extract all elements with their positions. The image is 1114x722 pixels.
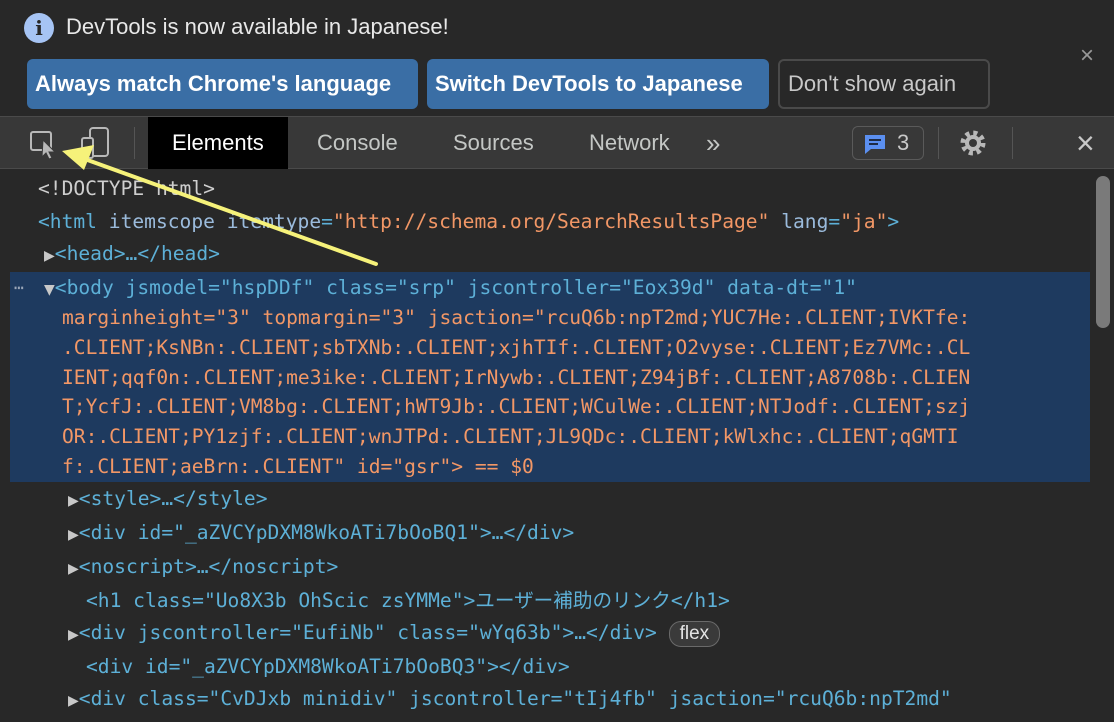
expand-triangle-icon[interactable]: ▶	[68, 627, 79, 643]
body-line: OR:.CLIENT;PY1zjf:.CLIENT;wnJTPd:.CLIENT…	[62, 425, 959, 448]
head-node[interactable]: ▶<head>…</head>	[44, 239, 220, 269]
attr-name: lang	[781, 210, 829, 233]
toolbar-divider	[938, 127, 939, 159]
body-line: f:.CLIENT;aeBrn:.CLIENT" id="gsr"> == $0	[62, 455, 534, 478]
div-node[interactable]: ▶<div jscontroller="EufiNb" class="wYq63…	[68, 618, 721, 648]
expand-triangle-icon[interactable]: ▶	[68, 561, 79, 577]
always-match-language-button[interactable]: Always match Chrome's language	[27, 59, 418, 109]
body-line: IENT;qqf0n:.CLIENT;me3ike:.CLIENT;IrNywb…	[62, 366, 971, 389]
body-line: <body jsmodel="hspDDf" class="srp" jscon…	[54, 276, 857, 299]
node-menu-ellipsis-icon[interactable]: ⋯	[14, 273, 24, 303]
div-tag: <div class="CvDJxb minidiv" jscontroller…	[78, 687, 952, 710]
noscript-node[interactable]: ▶<noscript>…</noscript>	[68, 552, 338, 582]
devtools-toolbar: Elements Console Sources Network » 3 ×	[0, 116, 1114, 169]
inspect-element-icon[interactable]	[26, 125, 62, 161]
div-tag: <div jscontroller="EufiNb" class="wYq63b…	[78, 621, 657, 644]
html-node[interactable]: <html itemscope itemtype="http://schema.…	[38, 207, 899, 237]
attr-name: itemtype	[226, 210, 322, 233]
switch-to-japanese-button[interactable]: Switch DevTools to Japanese	[427, 59, 769, 109]
device-toolbar-icon[interactable]	[78, 125, 114, 161]
attr-value: ja	[851, 210, 876, 233]
toolbar-divider	[134, 127, 135, 159]
style-node[interactable]: ▶<style>…</style>	[68, 484, 268, 514]
tab-network[interactable]: Network	[565, 117, 694, 169]
div-tag: <div id="_aZVCYpDXM8WkoATi7bOoBQ1">…</di…	[78, 521, 575, 544]
expand-triangle-icon[interactable]: ▶	[68, 493, 79, 509]
body-line: marginheight="3" topmargin="3" jsaction=…	[62, 306, 971, 329]
message-icon	[865, 135, 885, 154]
expand-triangle-icon[interactable]: ▶	[44, 248, 55, 264]
attr-value: http://schema.org/SearchResultsPage	[344, 210, 758, 233]
flex-badge[interactable]: flex	[668, 620, 721, 647]
toolbar-divider	[1012, 127, 1013, 159]
tab-console[interactable]: Console	[293, 117, 422, 169]
more-tabs-chevron-icon[interactable]: »	[696, 117, 730, 169]
notice-message: DevTools is now available in Japanese!	[66, 14, 449, 39]
tab-elements[interactable]: Elements	[148, 117, 288, 169]
elements-dom-tree: <!DOCTYPE html> <html itemscope itemtype…	[10, 170, 1114, 722]
style-tag: <style>…</style>	[78, 487, 268, 510]
tab-sources[interactable]: Sources	[429, 117, 558, 169]
body-line: .CLIENT;KsNBn:.CLIENT;sbTXNb:.CLIENT;xjh…	[62, 336, 971, 359]
scrollbar-thumb[interactable]	[1096, 176, 1110, 328]
expand-triangle-icon[interactable]: ▶	[68, 693, 79, 709]
doctype-node[interactable]: <!DOCTYPE html>	[38, 174, 215, 204]
body-line: T;YcfJ:.CLIENT;VM8bg:.CLIENT;hWT9Jb:.CLI…	[62, 395, 971, 418]
noscript-tag: <noscript>…</noscript>	[78, 555, 339, 578]
issues-counter-button[interactable]: 3	[852, 126, 924, 160]
dont-show-again-button[interactable]: Don't show again	[778, 59, 990, 109]
close-icon[interactable]: ×	[1080, 42, 1094, 70]
body-node[interactable]: ▼<body jsmodel="hspDDf" class="srp" jsco…	[44, 273, 857, 303]
attr-name: itemscope	[108, 210, 215, 233]
div-node[interactable]: ▶<div class="CvDJxb minidiv" jscontrolle…	[68, 684, 952, 714]
collapse-triangle-icon[interactable]: ▼	[44, 282, 55, 298]
head-tag: <head>…</head>	[54, 242, 220, 265]
gear-icon[interactable]	[955, 125, 991, 161]
language-notice-bar: i DevTools is now available in Japanese!…	[0, 0, 1114, 116]
close-devtools-icon[interactable]: ×	[1076, 125, 1095, 162]
h1-node[interactable]: <h1 class="Uo8X3b OhScic zsYMMe">ユーザー補助の…	[86, 586, 730, 616]
div-node[interactable]: ▶<div id="_aZVCYpDXM8WkoATi7bOoBQ1">…</d…	[68, 518, 574, 548]
info-icon: i	[24, 13, 54, 43]
issues-count: 3	[897, 130, 910, 155]
div-node[interactable]: <div id="_aZVCYpDXM8WkoATi7bOoBQ3"></div…	[86, 652, 570, 682]
expand-triangle-icon[interactable]: ▶	[68, 527, 79, 543]
html-open-tag: <html	[38, 210, 97, 233]
